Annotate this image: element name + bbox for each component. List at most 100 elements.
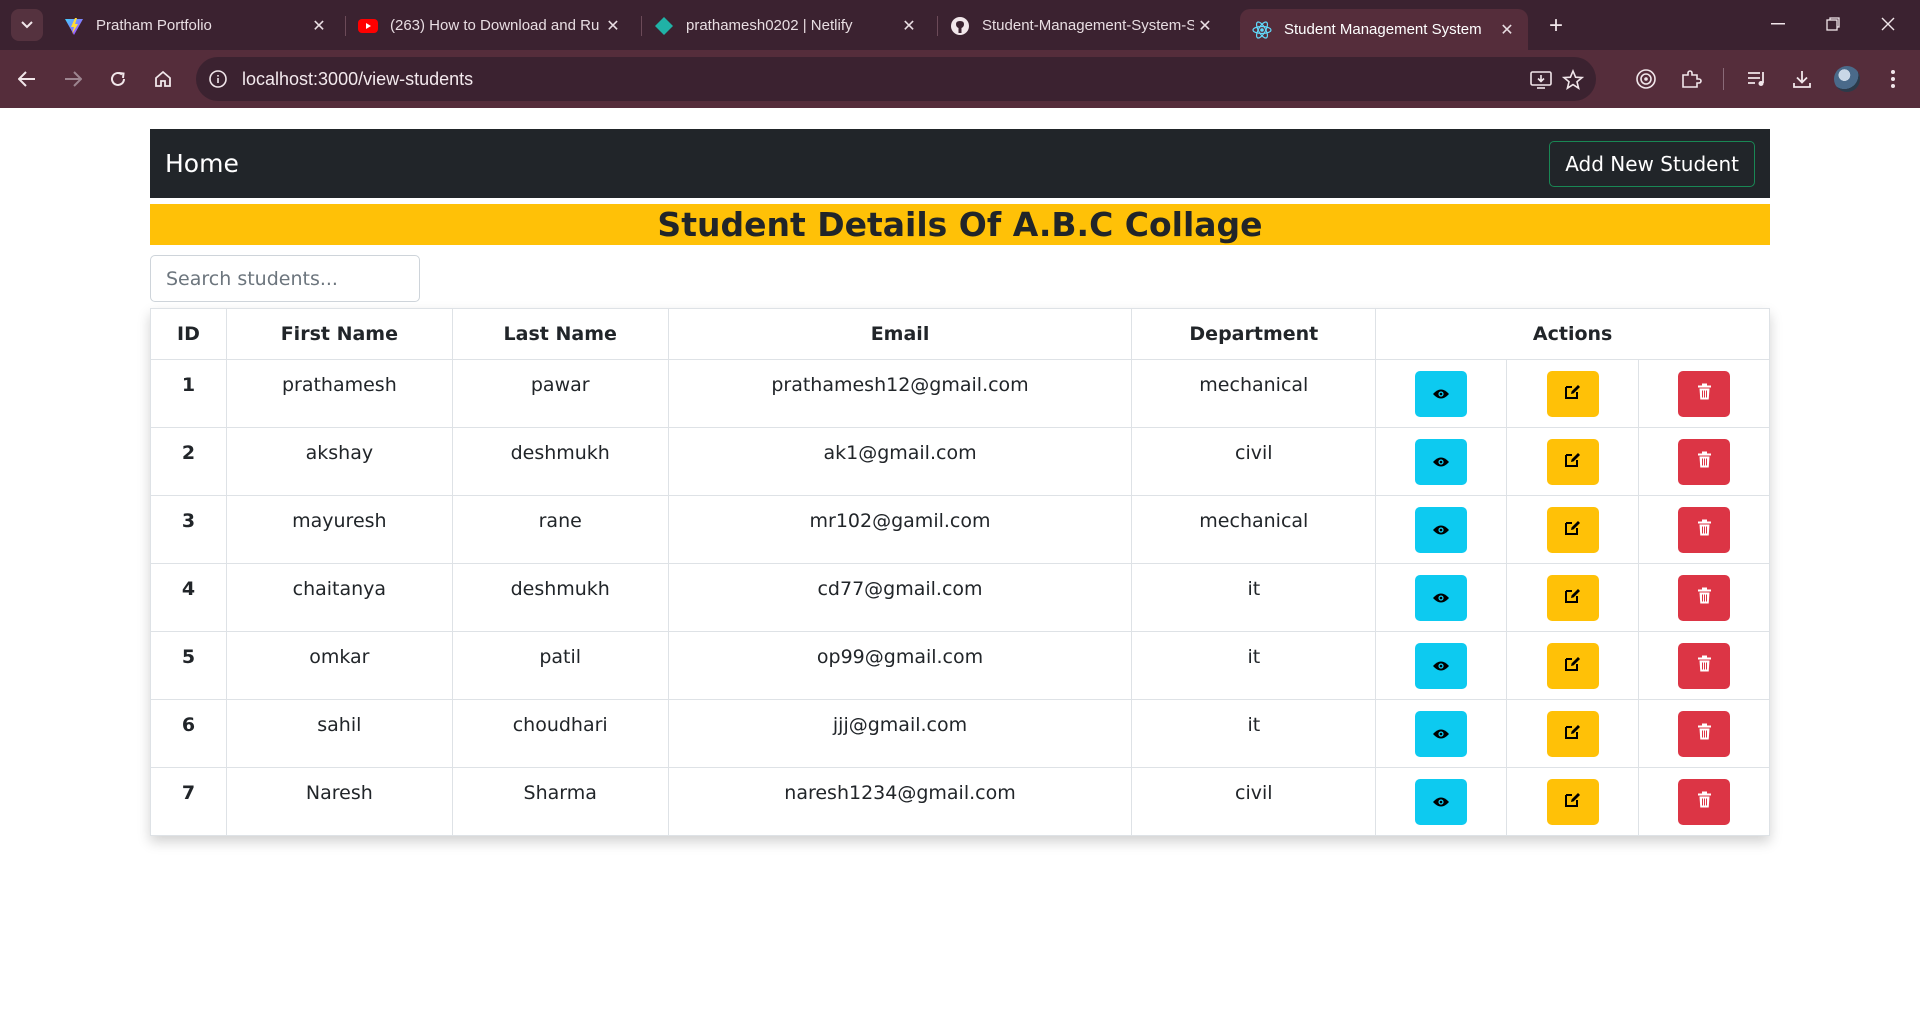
edit-icon [1564, 723, 1581, 745]
media-controls-icon[interactable] [1740, 62, 1774, 96]
minimize-icon[interactable] [1758, 8, 1798, 40]
delete-student-button[interactable] [1678, 710, 1731, 757]
table-header-row: ID First Name Last Name Email Department… [150, 308, 1770, 360]
delete-student-button[interactable] [1678, 574, 1731, 621]
delete-student-button[interactable] [1678, 438, 1731, 485]
forward-icon[interactable] [56, 62, 90, 96]
react-icon [1252, 20, 1272, 40]
cell-view-action [1375, 359, 1508, 428]
search-input[interactable] [150, 255, 420, 302]
new-tab-button[interactable]: + [1540, 10, 1572, 42]
browser-tab-1[interactable]: (263) How to Download and Ru ✕ [346, 9, 634, 42]
close-tab-icon[interactable]: ✕ [1194, 16, 1216, 36]
view-student-button[interactable] [1415, 710, 1468, 757]
delete-student-button[interactable] [1678, 778, 1731, 825]
chevron-down-icon [21, 21, 33, 29]
trash-icon [1697, 587, 1712, 609]
view-student-button[interactable] [1415, 778, 1468, 825]
site-info-icon[interactable] [206, 67, 230, 91]
browser-tab-2[interactable]: prathamesh0202 | Netlify ✕ [642, 9, 930, 42]
edit-student-button[interactable] [1546, 438, 1599, 485]
edit-icon [1564, 383, 1581, 405]
install-app-icon[interactable] [1528, 67, 1554, 93]
cell-email: jjj@gmail.com [667, 699, 1133, 768]
header-last-name: Last Name [451, 308, 669, 360]
github-icon [950, 16, 970, 36]
view-student-button[interactable] [1415, 370, 1468, 417]
edit-student-button[interactable] [1546, 778, 1599, 825]
students-table: ID First Name Last Name Email Department… [150, 308, 1770, 836]
view-student-button[interactable] [1415, 642, 1468, 689]
top-navbar: Home Add New Student [150, 129, 1770, 198]
edit-student-button[interactable] [1546, 506, 1599, 553]
cell-delete-action [1638, 767, 1770, 836]
profile-avatar[interactable] [1834, 66, 1860, 92]
cell-first-name: prathamesh [225, 359, 453, 428]
address-bar[interactable]: localhost:3000/view-students [196, 57, 1596, 101]
close-window-icon[interactable] [1868, 8, 1908, 40]
table-row: 1 prathamesh pawar prathamesh12@gmail.com me… [150, 359, 1770, 428]
cell-first-name: akshay [225, 427, 453, 496]
cell-email: cd77@gmail.com [667, 563, 1133, 632]
view-student-button[interactable] [1415, 506, 1468, 553]
cell-id: 4 [150, 563, 227, 632]
restore-icon[interactable] [1813, 8, 1853, 40]
delete-student-button[interactable] [1678, 370, 1731, 417]
delete-student-button[interactable] [1678, 506, 1731, 553]
cell-first-name: Naresh [225, 767, 453, 836]
browser-tab-3[interactable]: Student-Management-System-S ✕ [938, 9, 1226, 42]
close-tab-icon[interactable]: ✕ [898, 16, 920, 36]
edit-student-button[interactable] [1546, 642, 1599, 689]
trash-icon [1697, 791, 1712, 813]
header-actions: Actions [1375, 308, 1770, 360]
home-link[interactable]: Home [165, 149, 239, 178]
add-new-student-button[interactable]: Add New Student [1549, 140, 1755, 187]
tab-title: prathamesh0202 | Netlify [686, 17, 853, 34]
tab-search-button[interactable] [11, 9, 43, 41]
downloads-icon[interactable] [1785, 62, 1819, 96]
edit-student-button[interactable] [1546, 370, 1599, 417]
more-menu-icon[interactable] [1876, 62, 1910, 96]
reload-icon[interactable] [101, 62, 135, 96]
table-row: 6 sahil choudhari jjj@gmail.com it [150, 699, 1770, 768]
cell-department: civil [1131, 427, 1377, 496]
table-row: 3 mayuresh rane mr102@gamil.com mechanical [150, 495, 1770, 564]
extension-target-icon[interactable] [1629, 62, 1663, 96]
delete-student-button[interactable] [1678, 642, 1731, 689]
close-tab-icon[interactable]: ✕ [1496, 20, 1518, 40]
cell-view-action [1375, 699, 1508, 768]
back-icon[interactable] [10, 62, 44, 96]
cell-edit-action [1506, 495, 1640, 564]
cell-email: ak1@gmail.com [667, 427, 1133, 496]
cell-last-name: patil [451, 631, 669, 700]
bookmark-star-icon[interactable] [1560, 67, 1586, 93]
title-banner: Student Details Of A.B.C Collage [150, 204, 1770, 245]
edit-icon [1564, 791, 1581, 813]
page-content: Home Add New Student Student Details Of … [150, 129, 1770, 836]
cell-email: op99@gmail.com [667, 631, 1133, 700]
cell-edit-action [1506, 359, 1640, 428]
cell-department: civil [1131, 767, 1377, 836]
view-student-button[interactable] [1415, 438, 1468, 485]
cell-edit-action [1506, 699, 1640, 768]
browser-tab-0[interactable]: Pratham Portfolio ✕ [52, 9, 340, 42]
url-text: localhost:3000/view-students [242, 69, 474, 89]
edit-student-button[interactable] [1546, 710, 1599, 757]
tab-title: (263) How to Download and Ru [390, 17, 600, 34]
cell-first-name: omkar [225, 631, 453, 700]
edit-student-button[interactable] [1546, 574, 1599, 621]
close-tab-icon[interactable]: ✕ [602, 16, 624, 36]
cell-view-action [1375, 631, 1508, 700]
header-id: ID [150, 308, 227, 360]
cell-id: 6 [150, 699, 227, 768]
home-icon[interactable] [146, 62, 180, 96]
extensions-puzzle-icon[interactable] [1674, 62, 1708, 96]
close-tab-icon[interactable]: ✕ [308, 16, 330, 36]
trash-icon [1697, 655, 1712, 677]
view-student-button[interactable] [1415, 574, 1468, 621]
cell-delete-action [1638, 495, 1770, 564]
cell-email: mr102@gamil.com [667, 495, 1133, 564]
cell-view-action [1375, 495, 1508, 564]
browser-tab-4[interactable]: Student Management System ✕ [1240, 9, 1528, 50]
cell-first-name: mayuresh [225, 495, 453, 564]
